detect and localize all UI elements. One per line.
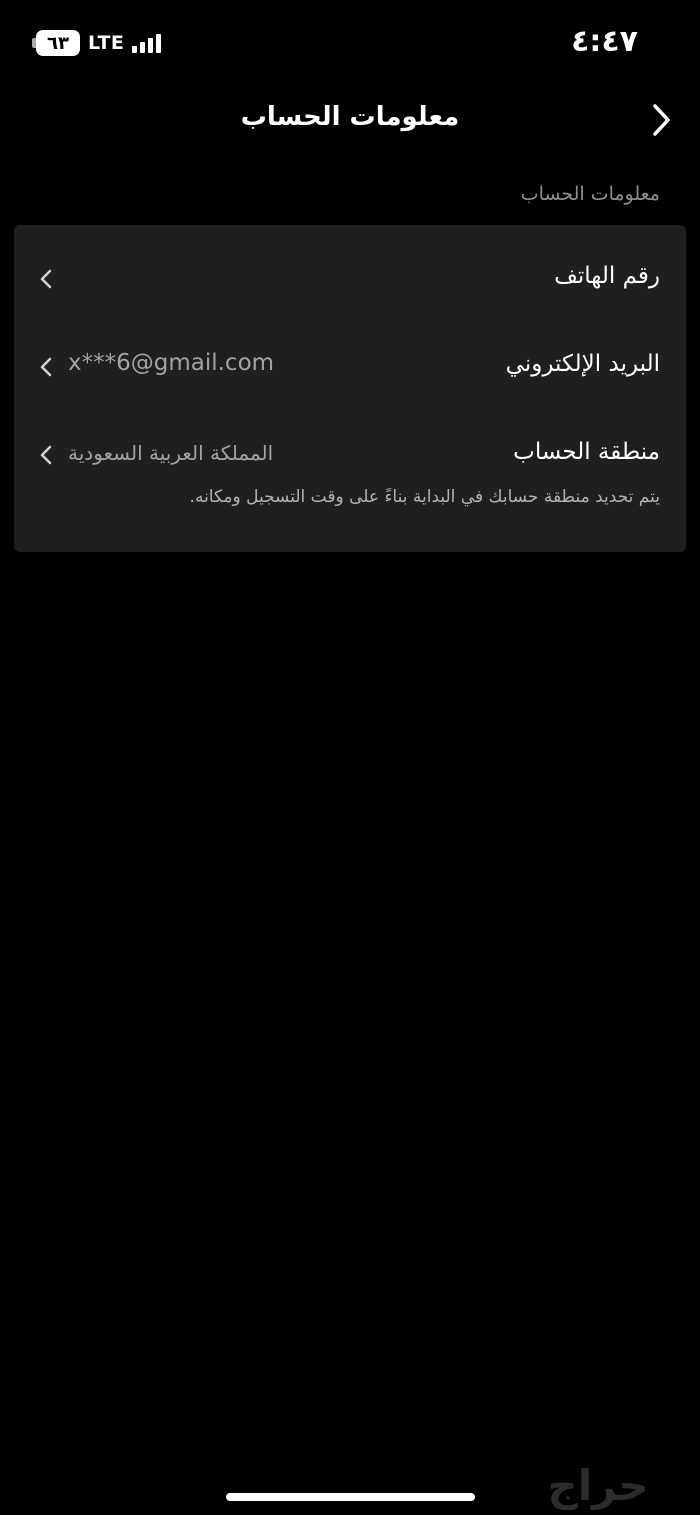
chevron-left-icon: [40, 445, 52, 465]
email-row[interactable]: البريد الإلكتروني x***6@gmail.com: [14, 337, 686, 397]
status-indicators: ٦٣ LTE: [26, 28, 162, 58]
account-region-row[interactable]: منطقة الحساب المملكة العربية السعودية: [14, 425, 686, 485]
region-note: يتم تحديد منطقة حسابك في البداية بناءً ع…: [189, 487, 660, 507]
account-region-value: المملكة العربية السعودية: [68, 441, 274, 465]
signal-icon: [132, 33, 162, 53]
status-bar: ٦٣ LTE ٤:٤٧: [0, 0, 700, 84]
email-value: x***6@gmail.com: [68, 350, 275, 376]
battery-level: ٦٣: [47, 32, 69, 54]
network-type: LTE: [88, 32, 125, 54]
chevron-left-icon: [40, 357, 52, 377]
home-indicator[interactable]: [226, 1493, 475, 1501]
screen: ٦٣ LTE ٤:٤٧ معلومات الحساب معلومات الحسا…: [0, 0, 700, 1515]
account-info-card: رقم الهاتف البريد الإلكتروني x***6@gmail…: [14, 225, 686, 552]
account-region-label: منطقة الحساب: [513, 439, 660, 465]
page-title: معلومات الحساب: [240, 102, 460, 132]
svg-text:حراج: حراج: [547, 1461, 648, 1510]
status-time: ٤:٤٧: [571, 24, 638, 59]
battery-icon: ٦٣: [32, 30, 80, 56]
email-label: البريد الإلكتروني: [505, 351, 660, 377]
phone-number-label: رقم الهاتف: [554, 263, 660, 289]
header: معلومات الحساب: [0, 84, 700, 154]
chevron-left-icon: [40, 269, 52, 289]
phone-number-row[interactable]: رقم الهاتف: [14, 249, 686, 309]
section-label: معلومات الحساب: [520, 183, 660, 205]
haraj-watermark-logo: حراج: [547, 1461, 648, 1510]
